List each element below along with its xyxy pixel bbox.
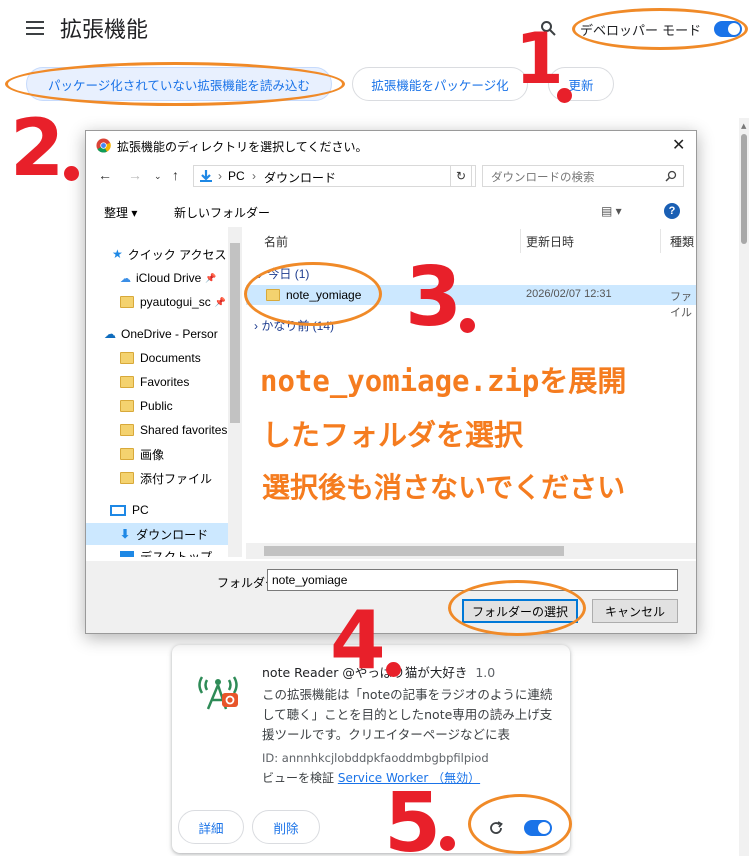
computer-icon — [110, 504, 126, 516]
view-options-icon[interactable]: ▤ ▾ — [601, 204, 622, 218]
nav-icloud-drive[interactable]: ☁ iCloud Drive 📌 — [120, 267, 217, 289]
forward-arrow-icon[interactable]: → — [128, 167, 142, 183]
nav-pc[interactable]: PC — [110, 499, 149, 521]
annotation-dot — [557, 88, 572, 103]
close-icon[interactable]: ✕ — [672, 135, 685, 155]
remove-button[interactable]: 削除 — [252, 810, 320, 844]
breadcrumb-pc[interactable]: PC — [228, 169, 245, 183]
annotation-note-line-3: 選択後も消さないでください — [262, 471, 626, 504]
nav-desktop[interactable]: デスクトップ — [120, 545, 212, 557]
folder-icon — [120, 448, 134, 460]
folder-icon — [120, 424, 134, 436]
radio-tower-icon — [198, 676, 238, 710]
nav-quick-access[interactable]: ★ クイック アクセス — [112, 243, 227, 265]
details-button[interactable]: 詳細 — [178, 810, 244, 844]
search-icon — [665, 170, 677, 182]
pack-extension-button[interactable]: 拡張機能をパッケージ化 — [352, 67, 528, 101]
nav-onedrive[interactable]: ☁ OneDrive - Persor — [104, 323, 218, 345]
annotation-step-4: 4 — [330, 594, 386, 687]
recent-chevron-icon[interactable]: ⌄ — [154, 171, 162, 182]
annotation-step-5: 5 — [384, 776, 442, 856]
annotation-oval-load-button — [5, 62, 345, 106]
chrome-logo-icon — [96, 138, 111, 153]
cloud-icon: ☁ — [120, 272, 131, 285]
address-navbar: ← → ⌄ ↑ › PC › ダウンロード ⌄ ↻ ダウンロードの検索 — [86, 161, 696, 191]
address-bar[interactable]: › PC › ダウンロード ⌄ — [193, 165, 528, 187]
dialog-toolbar: 整理 ▾ 新しいフォルダー ▤ ▾ — [86, 197, 696, 225]
annotation-oval-select — [448, 580, 586, 636]
download-folder-icon — [200, 170, 212, 182]
dialog-titlebar: 拡張機能のディレクトリを選択してください。 ✕ — [86, 131, 696, 159]
up-arrow-icon[interactable]: ↑ — [172, 167, 179, 183]
folder-icon — [120, 352, 134, 364]
refresh-icon[interactable]: ↻ — [450, 165, 472, 187]
folder-icon — [120, 472, 134, 484]
column-date[interactable]: 更新日時 — [526, 233, 574, 250]
folder-icon — [120, 376, 134, 388]
download-arrow-icon: ⬇ — [120, 527, 131, 541]
desktop-icon — [120, 551, 134, 557]
dialog-footer: フォルダー: フォルダーの選択 キャンセル — [86, 561, 696, 633]
annotation-step-2: 2 — [10, 104, 65, 194]
folder-icon — [120, 296, 134, 308]
new-folder-button[interactable]: 新しいフォルダー — [174, 204, 270, 221]
cancel-button[interactable]: キャンセル — [592, 599, 678, 623]
column-type[interactable]: 種類 — [670, 233, 694, 250]
annotation-note-line-1: note_yomiage.zipを展開 — [260, 364, 627, 398]
nav-shared-favorites[interactable]: Shared favorites — [120, 419, 227, 441]
nav-pyautogui[interactable]: pyautogui_sc 📌 — [120, 291, 226, 313]
page-scrollbar[interactable]: ▲ — [739, 118, 749, 856]
nav-favorites[interactable]: Favorites — [120, 371, 189, 393]
menu-icon[interactable] — [26, 21, 44, 35]
search-input[interactable]: ダウンロードの検索 — [482, 165, 684, 187]
annotation-dot — [64, 166, 79, 181]
page-title: 拡張機能 — [60, 18, 149, 43]
column-name[interactable]: 名前 — [264, 233, 288, 250]
organize-button[interactable]: 整理 ▾ — [104, 204, 137, 221]
breadcrumb-downloads[interactable]: ダウンロード — [264, 169, 336, 186]
nav-downloads[interactable]: ⬇ ダウンロード — [86, 523, 228, 545]
dialog-title: 拡張機能のディレクトリを選択してください。 — [117, 140, 368, 154]
nav-attachments[interactable]: 添付ファイル — [120, 467, 212, 489]
navigation-scrollbar[interactable] — [228, 227, 242, 557]
cloud-icon: ☁ — [104, 327, 116, 341]
annotation-note-line-2: したフォルダを選択 — [262, 418, 524, 452]
help-icon[interactable]: ? — [664, 203, 680, 219]
inspect-views: ビューを検証 Service Worker （無効） — [262, 771, 481, 785]
annotation-oval-toggle — [468, 794, 572, 854]
annotation-oval-dev-mode — [572, 8, 748, 50]
nav-public[interactable]: Public — [120, 395, 173, 417]
annotation-dot — [460, 318, 475, 333]
annotation-oval-folder — [244, 262, 382, 326]
star-icon: ★ — [112, 247, 123, 261]
extension-id: ID: annnhkcjlobddpkfaoddmbgbpfilpiod — [262, 751, 489, 765]
nav-images[interactable]: 画像 — [120, 443, 164, 465]
folder-icon — [120, 400, 134, 412]
extension-description: この拡張機能は「noteの記事をラジオのように連続して聴く」ことを目的としたno… — [262, 687, 553, 742]
file-list-hscrollbar[interactable] — [246, 543, 696, 559]
annotation-step-3: 3 — [405, 250, 463, 345]
annotation-dot — [440, 836, 455, 851]
nav-documents[interactable]: Documents — [120, 347, 201, 369]
annotation-step-1: 1 — [515, 18, 564, 100]
annotation-dot — [386, 662, 401, 677]
navigation-pane: ★ クイック アクセス ☁ iCloud Drive 📌 pyautogui_sc… — [86, 227, 244, 557]
back-arrow-icon[interactable]: ← — [98, 167, 112, 183]
